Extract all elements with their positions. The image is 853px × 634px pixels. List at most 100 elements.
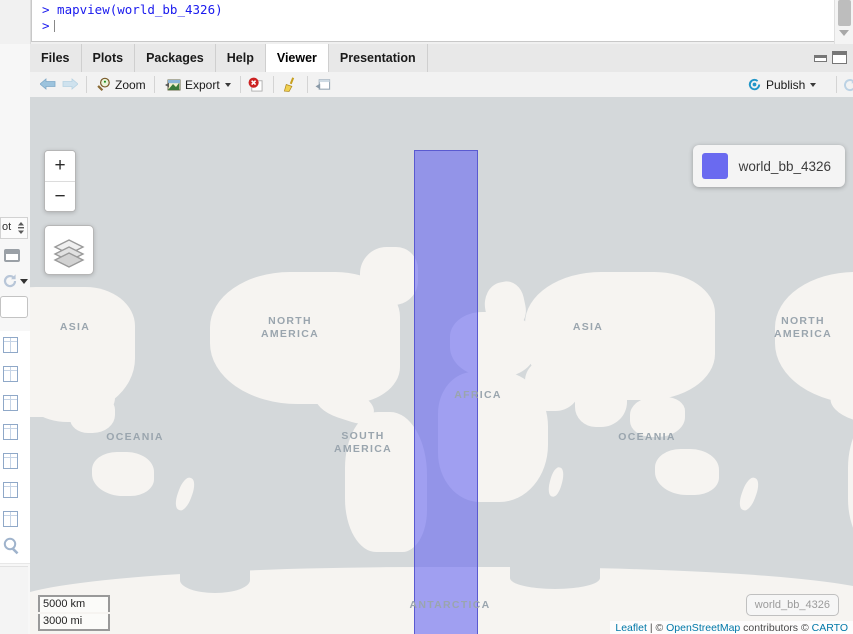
chevron-down-icon[interactable] [20,279,28,284]
table-icon [3,424,18,440]
scroll-down-arrow-icon[interactable] [839,30,849,36]
table-icon [3,395,18,411]
ocean-gap-antarctica-1 [180,567,250,593]
list-item[interactable] [0,505,30,535]
search-icon[interactable] [2,536,22,556]
tab-presentation[interactable]: Presentation [329,44,428,72]
bbox-overlay-world_bb_4326[interactable] [414,150,478,634]
tab-viewer[interactable]: Viewer [265,44,329,73]
publish-button[interactable]: Publish [747,72,817,97]
attribution-mid: contributors © [740,622,812,634]
broom-icon[interactable] [282,77,298,92]
legend-label: world_bb_4326 [738,158,831,174]
layers-icon [53,239,85,268]
bbox-tag-label[interactable]: world_bb_4326 [745,594,839,616]
text-caret [53,20,55,32]
search-input[interactable] [0,296,28,318]
popout-icon[interactable] [315,77,331,92]
publish-icon [748,78,761,91]
attribution-leaflet-link[interactable]: Leaflet [615,622,647,634]
attribution-osm-link[interactable]: OpenStreetMap [666,622,740,634]
console-pane: > mapview(world_bb_4326) > [0,0,853,44]
chevron-down-icon[interactable] [810,82,817,87]
console-command-line: > mapview(world_bb_4326) [42,2,223,17]
export-label: Export [185,77,220,92]
toolbar-separator [836,76,837,93]
scale-metric: 5000 km [38,595,110,612]
refresh-icon[interactable] [842,77,853,93]
attribution-copy-1: © [655,622,667,634]
toolbar-separator [86,76,87,93]
rstudio-window: > mapview(world_bb_4326) > ot Files Plot… [0,0,853,634]
zoom-label: Zoom [115,77,146,92]
land-australia [655,449,719,495]
minimize-icon[interactable] [814,55,827,62]
refresh-icon[interactable] [2,273,18,289]
console-scrollbar-thumb[interactable] [838,0,851,26]
land-india [575,377,627,427]
zoom-in-button[interactable]: + [45,151,75,182]
zoom-out-button[interactable]: − [45,182,75,211]
list-item[interactable] [0,331,30,361]
tab-packages[interactable]: Packages [135,44,216,72]
tab-plots[interactable]: Plots [82,44,136,72]
tab-files[interactable]: Files [30,44,82,72]
toolbar-separator [273,76,274,93]
prompt-symbol: > [42,18,50,33]
land-australia-west [92,452,154,496]
map-layers-control[interactable] [44,225,94,275]
ocean-gap-antarctica-2 [510,567,600,589]
tab-help[interactable]: Help [216,44,266,72]
land-asia [525,272,715,400]
table-icon [3,511,18,527]
land-new-zealand [736,475,762,513]
list-item[interactable] [0,389,30,419]
list-item[interactable] [0,447,30,477]
arrow-right-icon[interactable] [62,77,78,91]
maximize-icon[interactable] [832,51,847,64]
land-greenland [360,247,418,305]
land-seasia-west [70,397,115,433]
refresh-control[interactable] [0,272,30,292]
console-output[interactable]: > mapview(world_bb_4326) > [31,0,834,42]
pane-tabbar: Files Plots Packages Help Viewer Present… [30,44,853,73]
viewer-toolbar: Zoom Export Publish [30,72,853,98]
environment-pane-strip: ot [0,44,30,634]
console-left-gutter [0,0,31,44]
window-icon[interactable] [4,249,20,262]
sort-control[interactable]: ot [0,217,28,239]
table-icon [3,453,18,469]
land-madagascar [546,465,566,499]
magnifier-plus-icon [97,77,110,92]
pane-bottom-area [0,566,28,634]
remove-icon[interactable] [248,77,263,92]
list-item[interactable] [0,418,30,448]
tabbar-filler [428,44,853,72]
land-south-america-east-wrap [848,412,853,552]
legend-color-swatch [701,153,728,179]
sort-updown-icon [18,222,24,234]
map-zoom-control: + − [44,150,76,212]
land-north-america-east-wrap [775,272,853,404]
scale-imperial: 3000 mi [38,614,110,631]
map-scale-control: 5000 km 3000 mi [38,595,110,631]
sort-label: ot [2,221,12,233]
list-item[interactable] [0,360,30,390]
map-attribution: Leaflet | © OpenStreetMap contributors ©… [610,621,853,634]
list-item[interactable] [0,476,30,506]
zoom-button[interactable]: Zoom [96,72,146,97]
leaflet-map[interactable]: ASIA NORTH AMERICA ASIA NORTH AMERICA OC… [30,97,853,634]
export-button[interactable]: Export [165,72,231,97]
land-nz-west [172,475,198,513]
table-icon [3,366,18,382]
toolbar-separator [240,76,241,93]
attribution-carto-link[interactable]: CARTO [812,622,848,634]
chevron-down-icon[interactable] [224,82,231,87]
arrow-left-icon[interactable] [40,77,56,91]
publish-label: Publish [766,77,806,92]
export-icon [165,79,181,90]
viewer-pane: Files Plots Packages Help Viewer Present… [30,44,853,634]
table-icon [3,482,18,498]
console-input-prompt[interactable]: > [32,18,834,34]
console-scrollbar[interactable] [834,0,853,44]
